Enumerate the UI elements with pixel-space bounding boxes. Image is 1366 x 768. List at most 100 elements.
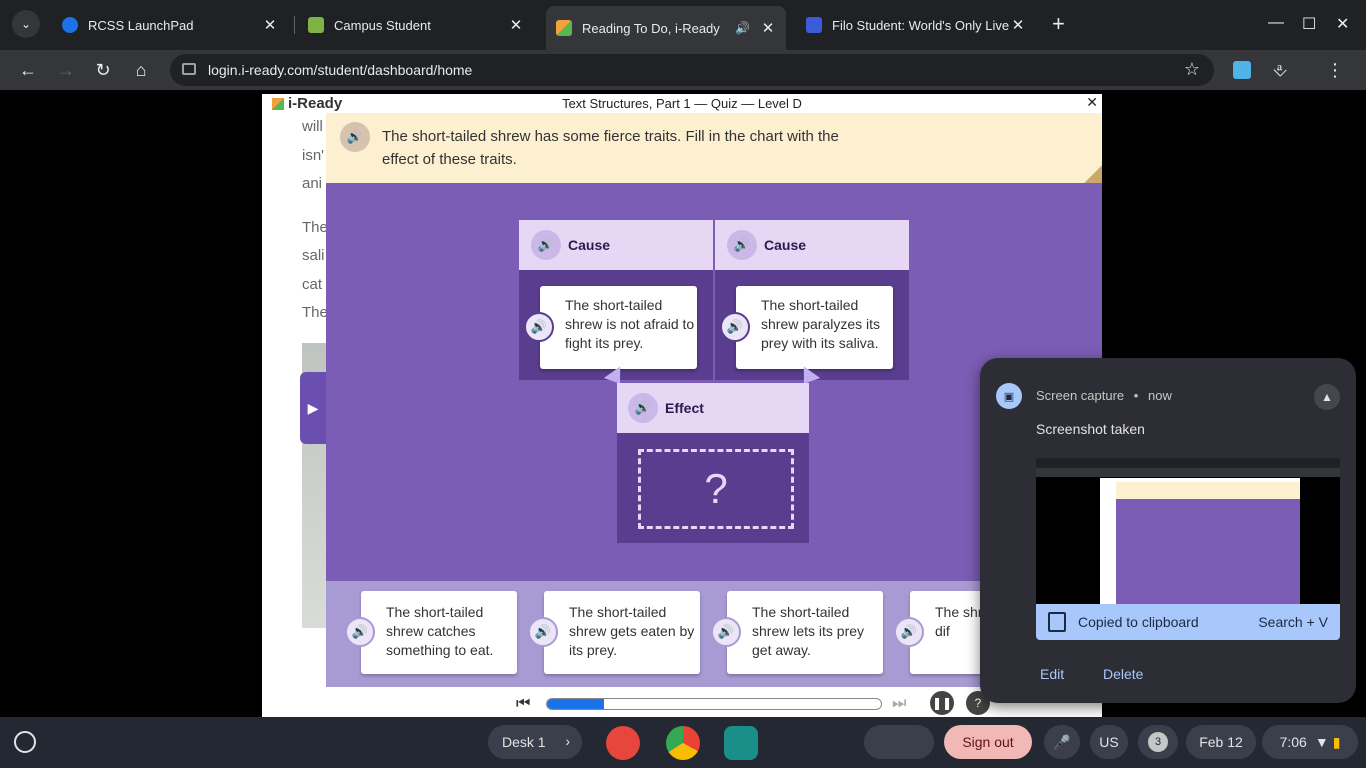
notification-count-badge: 3 (1148, 732, 1168, 752)
tab-separator (294, 16, 295, 34)
tab-title: Filo Student: World's Only Live I (832, 17, 1010, 33)
answer-choice-card[interactable]: The short-tailed shrew lets its prey get… (727, 591, 883, 674)
speaker-icon: 🔊 (733, 237, 751, 252)
tab-search-button[interactable]: ⌄ (12, 10, 40, 38)
launchpad-favicon-icon (62, 17, 78, 33)
quiz-close-button[interactable]: ✕ (1086, 94, 1098, 111)
question-mark: ? (704, 465, 728, 512)
keyboard-layout-indicator[interactable]: US (1090, 725, 1128, 759)
filo-favicon-icon (806, 17, 822, 33)
screenshot-thumbnail[interactable] (1036, 458, 1340, 604)
effect-header: 🔊 Effect (617, 383, 809, 433)
palette-app-icon[interactable] (606, 726, 640, 760)
tab-campus-student[interactable]: Campus Student ✕ (298, 8, 534, 42)
answer-speaker-button[interactable]: 🔊 (528, 617, 558, 647)
article-text-line: The (302, 219, 328, 236)
article-text-line: sali (302, 247, 325, 264)
url-text[interactable]: login.i-ready.com/student/dashboard/home (208, 62, 472, 78)
sign-out-button[interactable]: Sign out (944, 725, 1032, 759)
microphone-icon[interactable]: 🎤 (1044, 725, 1080, 759)
prompt-banner: 🔊 The short-tailed shrew has some fierce… (326, 113, 1102, 183)
forward-icon[interactable]: → (54, 58, 78, 82)
bookmark-star-icon[interactable]: ☆ (1184, 59, 1200, 80)
skip-back-icon[interactable]: ⏮ (516, 695, 530, 713)
progress-fill (547, 699, 604, 709)
back-icon[interactable]: ← (16, 58, 40, 82)
delete-button[interactable]: Delete (1103, 666, 1143, 682)
address-bar[interactable]: login.i-ready.com/student/dashboard/home… (170, 54, 1214, 86)
site-info-icon[interactable] (182, 63, 196, 75)
tab-rcss-launchpad[interactable]: RCSS LaunchPad ✕ (52, 8, 288, 42)
close-tab-icon[interactable]: ✕ (1010, 16, 1026, 34)
tab-filo-student[interactable]: Filo Student: World's Only Live I ✕ (796, 8, 1036, 42)
status-area[interactable]: 7:06 ▼ ▮ (1262, 725, 1358, 759)
maximize-icon[interactable]: ☐ (1302, 14, 1316, 34)
notification-time: now (1147, 388, 1172, 403)
screenshot-notification: ▣ Screen capture • now ▲ Screenshot take… (980, 358, 1356, 703)
prompt-speaker-button[interactable]: 🔊 (340, 122, 370, 152)
wifi-icon: ▼ (1314, 734, 1329, 750)
notification-counter[interactable]: 3 (1138, 725, 1178, 759)
close-tab-icon[interactable]: ✕ (262, 16, 278, 34)
thumbnail-tabbar (1036, 458, 1340, 468)
pause-button[interactable]: ❚❚ (930, 691, 954, 715)
tab-title: Reading To Do, i-Ready (582, 20, 720, 36)
thumbnail-toolbar (1036, 468, 1340, 477)
speaker-icon: 🔊 (534, 624, 552, 639)
collapse-button[interactable]: ▲ (1314, 384, 1340, 410)
answer-speaker-button[interactable]: 🔊 (894, 617, 924, 647)
tab-reading-to-do[interactable]: Reading To Do, i-Ready 🔊 ✕ (546, 6, 786, 50)
effect-drop-zone[interactable]: ? (638, 449, 794, 529)
close-tab-icon[interactable]: ✕ (760, 19, 776, 37)
cause-column-2: 🔊 Cause The short-tailed shrew paralyzes… (715, 220, 909, 380)
speaker-icon: 🔊 (351, 624, 369, 639)
speaker-icon: 🔊 (717, 624, 735, 639)
answer-choice-card[interactable]: The short-tailed shrew catches something… (361, 591, 517, 674)
chevron-up-icon: ▲ (1321, 390, 1333, 404)
launcher-button[interactable] (14, 731, 36, 753)
effect-column: 🔊 Effect ? (617, 383, 809, 543)
minimize-icon[interactable]: — (1268, 14, 1284, 32)
window-close-icon[interactable]: ✕ (1336, 14, 1349, 34)
extensions-puzzle-icon[interactable]: ⎀ (1268, 58, 1292, 82)
cloud-extension-icon[interactable] (1233, 61, 1251, 79)
answer-speaker-button[interactable]: 🔊 (711, 617, 741, 647)
tab-title: Campus Student (334, 17, 431, 33)
notification-app-line: Screen capture • now (1036, 388, 1172, 403)
skip-forward-icon[interactable]: ⏭ (892, 695, 906, 713)
chevron-right-icon: ▶ (307, 399, 319, 416)
chrome-app-icon[interactable] (666, 726, 700, 760)
edit-button[interactable]: Edit (1040, 666, 1064, 682)
cause-card-speaker-button[interactable]: 🔊 (524, 312, 554, 342)
effect-label: Effect (665, 400, 704, 416)
new-tab-button[interactable]: + (1052, 12, 1065, 36)
progress-bar[interactable] (546, 698, 882, 710)
date-indicator[interactable]: Feb 12 (1186, 725, 1256, 759)
effect-speaker-button[interactable]: 🔊 (628, 393, 658, 423)
desk-switcher[interactable]: Desk 1 › (488, 725, 582, 759)
iready-favicon-icon (556, 20, 572, 36)
browser-toolbar: ← → ↻ ⌂ login.i-ready.com/student/dashbo… (0, 50, 1366, 90)
answer-choice-card[interactable]: The short-tailed shrew gets eaten by its… (544, 591, 700, 674)
answer-speaker-button[interactable]: 🔊 (345, 617, 375, 647)
cause-text: The short-tailed shrew is not afraid to … (565, 297, 695, 351)
cause-speaker-button[interactable]: 🔊 (531, 230, 561, 260)
speaker-icon: 🔊 (530, 319, 548, 334)
home-icon[interactable]: ⌂ (129, 58, 153, 82)
cause-header: 🔊 Cause (519, 220, 713, 270)
reload-icon[interactable]: ↻ (91, 58, 115, 82)
holding-space-tray[interactable] (864, 725, 934, 759)
answer-choice-text: The short-tailed shrew lets its prey get… (752, 604, 865, 658)
cause-card-speaker-button[interactable]: 🔊 (720, 312, 750, 342)
close-tab-icon[interactable]: ✕ (508, 16, 524, 34)
kebab-menu-icon[interactable]: ⋮ (1323, 58, 1347, 82)
answer-choice-text: The short-tailed shrew catches something… (386, 604, 494, 658)
side-panel-toggle[interactable]: ▶ (300, 372, 326, 444)
cause-speaker-button[interactable]: 🔊 (727, 230, 757, 260)
classroom-app-icon[interactable] (724, 726, 758, 760)
speaker-icon[interactable]: 🔊 (735, 21, 750, 35)
pause-icon: ❚❚ (931, 696, 953, 710)
clipboard-bar[interactable]: Copied to clipboard Search + V (1036, 604, 1340, 640)
cause-column-1: 🔊 Cause The short-tailed shrew is not af… (519, 220, 713, 380)
chevron-down-icon: ⌄ (20, 17, 32, 31)
